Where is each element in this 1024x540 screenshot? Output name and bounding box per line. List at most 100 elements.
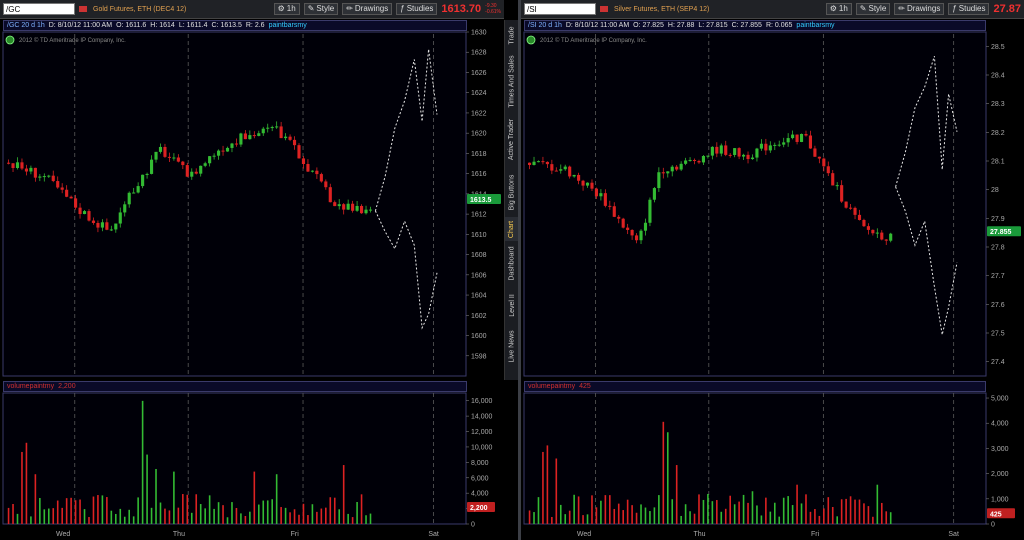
tab-trade[interactable]: Trade <box>505 20 519 50</box>
candle-body <box>20 162 24 169</box>
x-axis-label-sat: Sat <box>428 531 439 538</box>
candle-body <box>799 133 804 142</box>
candle-body <box>733 148 737 155</box>
candle-body <box>225 147 230 152</box>
candle-body <box>69 196 73 199</box>
candle-body <box>252 135 256 137</box>
price-tick-label: 1600 <box>471 333 487 340</box>
price-tick-label: 1624 <box>471 90 487 97</box>
candle-body <box>292 139 297 146</box>
candle-body <box>777 144 781 146</box>
candle-body <box>7 162 11 164</box>
candle-body <box>301 158 306 165</box>
tab-level-ii[interactable]: Level II <box>505 285 519 325</box>
candle-body <box>577 174 581 181</box>
candle-body <box>871 229 875 234</box>
tab-dashboard[interactable]: Dashboard <box>505 241 519 285</box>
candle-body <box>684 160 688 164</box>
candle-body <box>368 209 373 211</box>
candle-body <box>572 174 576 177</box>
candle-body <box>670 166 674 172</box>
candle-body <box>181 161 185 166</box>
x-axis-label-thu: Thu <box>173 531 185 538</box>
candle-body <box>279 126 283 139</box>
tab-label: Trade <box>508 25 516 45</box>
tab-chart[interactable]: Chart <box>505 217 519 241</box>
candle-body <box>853 207 857 215</box>
candle-body <box>719 145 723 154</box>
price-tick-label: 28.3 <box>991 101 1005 108</box>
candle-body <box>559 169 563 171</box>
candle-body <box>33 167 37 178</box>
candle-body <box>217 150 221 156</box>
candle-body <box>96 222 100 228</box>
candle-body <box>185 165 189 177</box>
candle-body <box>234 143 239 145</box>
candle-body <box>697 160 701 163</box>
price-plot-frame <box>2 31 467 377</box>
candle-body <box>817 156 821 159</box>
candle-body <box>724 145 728 155</box>
tab-active-trader[interactable]: Active Trader <box>505 112 519 167</box>
price-tick-label: 1612 <box>471 212 487 219</box>
tab-big-buttons[interactable]: Big Buttons <box>505 167 519 217</box>
candle-body <box>528 162 532 165</box>
volume-tick-label: 12,000 <box>471 429 493 436</box>
candle-body <box>342 204 346 210</box>
candle-body <box>114 223 118 230</box>
candle-body <box>710 146 714 156</box>
volume-tick-label: 1,000 <box>991 496 1009 503</box>
candle-body <box>141 174 145 187</box>
candle-body <box>688 159 692 161</box>
candle-body <box>47 175 51 177</box>
volume-tick-label: 4,000 <box>471 491 489 498</box>
price-tick-label: 1610 <box>471 232 487 239</box>
gold-price-chart[interactable]: 2012 © TD Ameritrade IP Company, Inc. Wed… <box>0 0 504 540</box>
candle-body <box>643 222 648 231</box>
candle-body <box>813 148 817 157</box>
candle-body <box>221 150 225 152</box>
volume-tick-label: 5,000 <box>991 396 1009 403</box>
candle-body <box>190 171 194 177</box>
candle-body <box>568 166 572 177</box>
price-tick-label: 27.8 <box>991 245 1005 252</box>
candle-body <box>56 181 60 188</box>
candle-body <box>764 143 768 151</box>
silver-price-chart[interactable]: 2012 © TD Ameritrade IP Company, Inc. Wed… <box>521 0 1024 540</box>
candle-body <box>875 232 879 234</box>
volume-plot-frame <box>2 392 467 525</box>
candle-body <box>51 175 55 182</box>
candle-body <box>635 235 639 241</box>
candle-body <box>715 146 719 154</box>
candle-body <box>862 219 866 227</box>
candle-body <box>176 157 180 162</box>
candle-body <box>230 143 234 148</box>
candle-body <box>149 159 154 174</box>
gold-chart-panel: Gold Futures, ETH (DEC4 12) ⚙1h ✎Style ✏… <box>0 0 504 540</box>
candle-body <box>118 212 122 224</box>
candle-body <box>532 161 536 165</box>
candle-body <box>212 155 216 157</box>
candle-body <box>750 157 755 160</box>
volume-tick-label: 0 <box>471 522 475 529</box>
candle-body <box>849 207 853 209</box>
candle-body <box>612 206 616 217</box>
candle-body <box>679 163 683 170</box>
candle-body <box>203 163 207 166</box>
x-axis-label-wed: Wed <box>56 531 70 538</box>
tab-times-and-sales[interactable]: Times And Sales <box>505 50 519 112</box>
candle-body <box>880 232 884 240</box>
candle-body <box>746 154 750 160</box>
candle-body <box>109 229 113 231</box>
candle-body <box>78 207 82 215</box>
candle-body <box>755 148 759 158</box>
candle-body <box>808 135 813 149</box>
tab-label: Chart <box>508 220 516 238</box>
tab-live-news[interactable]: Live News <box>505 325 519 367</box>
candle-body <box>675 166 679 170</box>
price-tick-label: 1620 <box>471 131 487 138</box>
silver-chart-panel: Silver Futures, ETH (SEP4 12) ⚙1h ✎Style… <box>521 0 1024 540</box>
price-tick-label: 1598 <box>471 353 487 360</box>
candle-body <box>328 187 332 203</box>
volume-tick-label: 10,000 <box>471 444 493 451</box>
